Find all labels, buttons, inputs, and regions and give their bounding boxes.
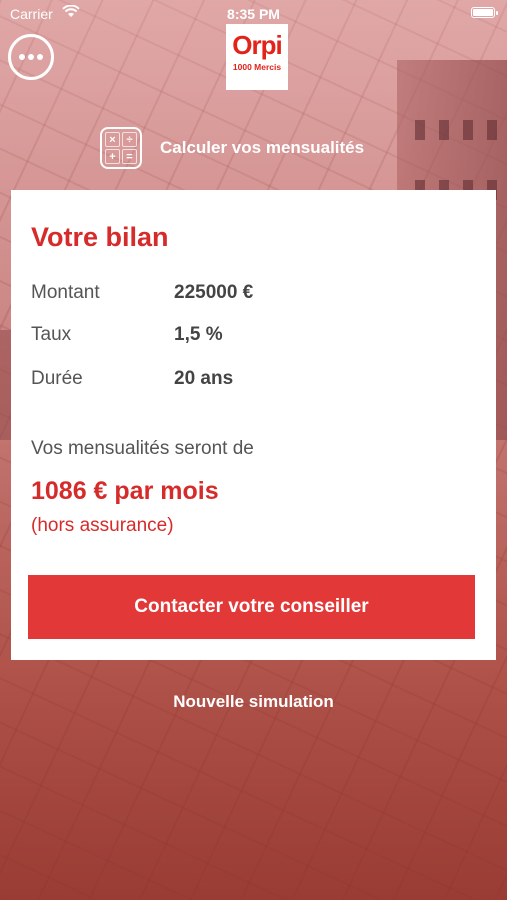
more-dot — [37, 54, 43, 60]
monthly-amount: 1086 € par mois — [31, 477, 219, 505]
row-label: Montant — [31, 282, 100, 303]
summary-title: Votre bilan — [31, 222, 169, 252]
more-menu-button[interactable] — [8, 34, 54, 80]
battery-icon — [471, 7, 498, 18]
row-value: 225000 € — [174, 282, 254, 303]
more-dots-icon — [19, 54, 25, 60]
row-value: 1,5 % — [174, 324, 223, 345]
row-label: Durée — [31, 368, 83, 389]
row-label: Taux — [31, 324, 72, 345]
status-time: 8:35 PM — [227, 6, 280, 22]
insurance-note: (hors assurance) — [31, 515, 174, 536]
calculator-label: Calculer vos mensualités — [160, 138, 365, 157]
contact-advisor-button[interactable]: Contacter votre conseiller — [28, 575, 475, 639]
new-simulation-link[interactable]: Nouvelle simulation — [0, 692, 507, 712]
calculator-icon: × ÷ + = — [100, 127, 142, 169]
summary-card: Votre bilan Montant 225000 € Taux 1,5 % … — [11, 190, 496, 660]
calculator-link[interactable]: × ÷ + = Calculer vos mensualités — [100, 125, 364, 171]
logo-subtitle: 1000 Mercis — [232, 62, 282, 72]
monthly-intro: Vos mensualités seront de — [31, 438, 254, 459]
orpi-logo: Orpi 1000 Mercis — [226, 24, 288, 90]
row-value: 20 ans — [174, 368, 234, 389]
more-dot — [28, 54, 34, 60]
logo-brand: Orpi — [232, 30, 282, 60]
